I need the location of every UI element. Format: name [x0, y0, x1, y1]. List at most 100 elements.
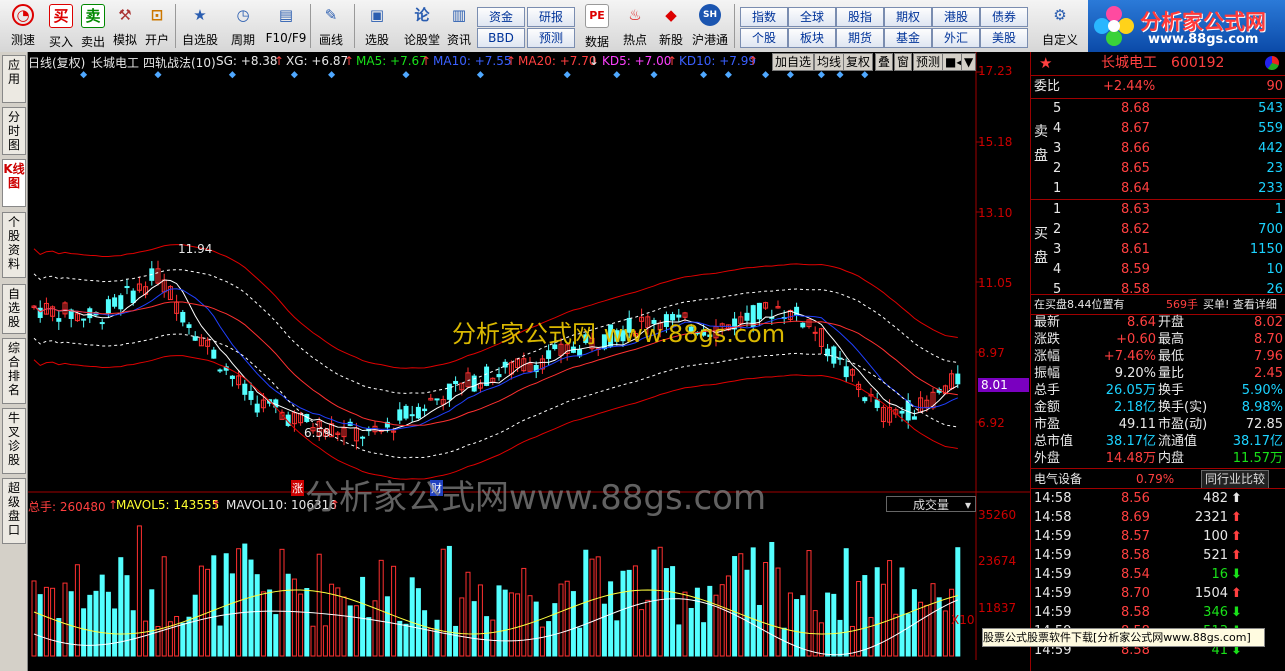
bid-level-row[interactable]: 3 8.61 1150: [1031, 240, 1285, 260]
volume-indicator-select[interactable]: 成交量 ▾: [886, 496, 976, 512]
grid-yanbao[interactable]: 研报: [527, 7, 575, 27]
add-watchlist-chip[interactable]: 加自选: [772, 53, 815, 71]
open-account-button[interactable]: ⊡ 开户: [142, 2, 172, 50]
buy-button[interactable]: 买买入: [46, 2, 76, 50]
lock-icon: ⊡: [150, 6, 164, 24]
industry-compare-button[interactable]: 同行业比较: [1201, 470, 1270, 489]
grid-bbd[interactable]: BBD: [477, 28, 525, 48]
candle-body: [186, 324, 192, 328]
volume-axis-tick: 11837: [978, 601, 1017, 615]
grid-meigu[interactable]: 美股: [980, 28, 1028, 48]
grid-ganggu[interactable]: 港股: [932, 7, 980, 27]
ma10-value: MA10: +7.55: [433, 54, 512, 68]
stock-picker-button[interactable]: ▣ 选股: [360, 2, 394, 50]
tab-apps[interactable]: 应用: [2, 55, 26, 103]
up-arrow-icon: ⬆: [1231, 586, 1242, 601]
tab-ranking[interactable]: 综合排名: [2, 338, 26, 404]
volume-bar: [744, 569, 750, 657]
price-axis-tick: 15.18: [978, 135, 1013, 149]
hot-button[interactable]: ♨ 热点: [618, 2, 652, 50]
pie-icon[interactable]: [1265, 56, 1279, 70]
bid-level-row[interactable]: 2 8.62 700: [1031, 220, 1285, 240]
tab-kline[interactable]: K线图: [2, 159, 26, 207]
bid-level-row[interactable]: 5 8.58 26: [1031, 280, 1285, 300]
forecast-chip[interactable]: 预测: [913, 53, 944, 71]
grid-quanqiu[interactable]: 全球: [788, 7, 836, 27]
bid-level-row[interactable]: 4 8.59 10: [1031, 260, 1285, 280]
tab-profile[interactable]: 个股资料: [2, 212, 26, 278]
volume-bar: [800, 595, 806, 657]
period-button[interactable]: ◷ 周期: [226, 2, 260, 50]
ask-level-row[interactable]: 2 8.65 23: [1031, 159, 1285, 179]
tick-time: 14:59: [1034, 586, 1072, 601]
grid-yuce[interactable]: 预测: [527, 28, 575, 48]
customize-button[interactable]: ⚙ 自定义: [1036, 2, 1084, 50]
volume-bar: [422, 610, 428, 657]
tick-price: 8.70: [1121, 586, 1150, 601]
watchlist-button[interactable]: ★ 自选股: [180, 2, 220, 50]
volume-bar: [198, 565, 204, 657]
candle-body: [397, 409, 403, 421]
bid-level-row[interactable]: 1 8.63 1: [1031, 200, 1285, 220]
divider: [1031, 75, 1285, 76]
bid-level: 1: [1053, 202, 1062, 217]
news-button[interactable]: ▥ 资讯: [444, 2, 474, 50]
volume-bar: [192, 594, 198, 657]
ask-level-row[interactable]: 1 8.64 233: [1031, 179, 1285, 199]
volume-bar: [446, 545, 452, 657]
volume-bar: [701, 622, 707, 657]
stat-value: 72.85: [1245, 417, 1283, 432]
volume-bar: [719, 584, 725, 657]
grid-qiquan[interactable]: 期权: [884, 7, 932, 27]
indicator-name: 四轨战法(10): [143, 56, 216, 70]
bid-price: 8.63: [1121, 202, 1150, 217]
draw-line-button[interactable]: ✎ 画线: [314, 2, 348, 50]
star-icon[interactable]: ★: [1039, 52, 1052, 74]
ipo-button[interactable]: ◆ 新股: [654, 2, 688, 50]
current-price-marker: 8.01: [978, 378, 1029, 392]
grid-jijin[interactable]: 基金: [884, 28, 932, 48]
weibi-label: 委比: [1034, 79, 1061, 94]
sell-button[interactable]: 卖卖出: [78, 2, 108, 50]
ask-level-row[interactable]: 4 8.67 559: [1031, 119, 1285, 139]
limit-up-badge[interactable]: 涨: [291, 480, 304, 496]
simulate-button[interactable]: ⚒ 模拟: [110, 2, 140, 50]
volume-bar: [484, 616, 490, 657]
tab-watchlist[interactable]: 自选股: [2, 284, 26, 334]
kline-chart[interactable]: 日线(复权) 长城电工 四轨战法(10) SG: +8.38 ↑ XG: +6.8…: [28, 52, 1030, 660]
grid-zijin[interactable]: 资金: [477, 7, 525, 27]
candle-body: [217, 369, 223, 372]
period-label: 日线(复权): [28, 56, 86, 70]
volume-bar: [155, 625, 161, 657]
stat-label: 市盈(动): [1158, 417, 1208, 432]
ma-chip[interactable]: 均线: [814, 53, 845, 71]
grid-bankuai[interactable]: 板块: [788, 28, 836, 48]
tick-time: 14:59: [1034, 548, 1072, 563]
tab-timeshare[interactable]: 分时图: [2, 107, 26, 155]
grid-waihui[interactable]: 外汇: [932, 28, 980, 48]
window-chip[interactable]: 窗: [894, 53, 913, 71]
data-button[interactable]: PE 数据: [580, 2, 614, 50]
grid-zhaiquan[interactable]: 债券: [980, 7, 1028, 27]
tab-diagnose[interactable]: 牛叉诊股: [2, 408, 26, 474]
stat-row: 外盘 14.48万 内盘 11.57万: [1031, 450, 1285, 467]
f10-button[interactable]: ▤ F10/F9: [264, 2, 308, 50]
volume-bar: [298, 593, 304, 657]
ask-level-row[interactable]: 5 8.68 543: [1031, 99, 1285, 119]
grid-gegu[interactable]: 个股: [740, 28, 788, 48]
tab-level2[interactable]: 超级盘口: [2, 478, 26, 544]
candle-body: [242, 383, 248, 395]
grid-zhishu[interactable]: 指数: [740, 7, 788, 27]
volume-bar: [806, 550, 812, 657]
chevron-down-icon[interactable]: ▼: [961, 53, 977, 71]
grid-guzhi[interactable]: 股指: [836, 7, 884, 27]
overlay-chip[interactable]: 叠: [875, 53, 894, 71]
restore-rights-chip[interactable]: 复权: [843, 53, 874, 71]
volume-axis-tick: 35260: [978, 508, 1017, 522]
speedtest-button[interactable]: ◔ 测速: [6, 2, 40, 50]
hk-connect-button[interactable]: SH 沪港通: [690, 2, 730, 50]
up-arrow-icon: ⬆: [1231, 491, 1242, 506]
forum-button[interactable]: 论论股堂: [400, 2, 444, 50]
ask-level-row[interactable]: 3 8.66 442: [1031, 139, 1285, 159]
grid-qihuo[interactable]: 期货: [836, 28, 884, 48]
